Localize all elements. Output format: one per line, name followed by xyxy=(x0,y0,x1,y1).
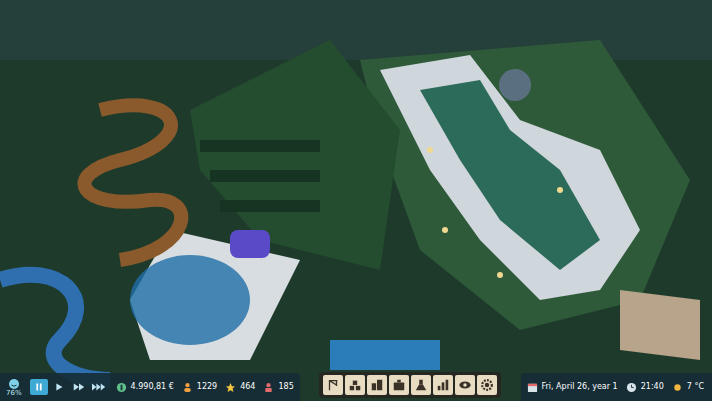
faster-icon xyxy=(92,382,106,392)
play-icon xyxy=(52,382,66,392)
view-icon xyxy=(458,378,472,392)
rating-stat[interactable]: 464 xyxy=(225,382,255,393)
pause-icon xyxy=(32,382,46,392)
guests-icon xyxy=(182,382,193,393)
stats-button[interactable] xyxy=(433,375,453,395)
build-button[interactable] xyxy=(323,375,343,395)
money-icon xyxy=(116,382,127,393)
research-icon xyxy=(414,378,428,392)
calendar-icon xyxy=(527,382,538,393)
park-scene[interactable] xyxy=(0,0,712,401)
shops-icon xyxy=(392,378,406,392)
money-stat[interactable]: 4.990,81 € xyxy=(116,382,174,393)
guests-stat[interactable]: 1229 xyxy=(182,382,217,393)
view-button[interactable] xyxy=(455,375,475,395)
paths-button[interactable] xyxy=(345,375,365,395)
staff-stat[interactable]: 185 xyxy=(263,382,293,393)
happiness-meter: 76% xyxy=(6,378,22,397)
research-button[interactable] xyxy=(411,375,431,395)
settings-button[interactable] xyxy=(477,375,497,395)
date-status: Fri, April 26, year 1 xyxy=(527,382,618,393)
shops-button[interactable] xyxy=(389,375,409,395)
play-button[interactable] xyxy=(50,379,68,395)
faster-button[interactable] xyxy=(90,379,108,395)
stats-icon xyxy=(436,378,450,392)
paths-icon xyxy=(348,378,362,392)
fast-button[interactable] xyxy=(70,379,88,395)
scenery-icon xyxy=(370,378,384,392)
smiley-icon xyxy=(8,378,20,390)
rating-icon xyxy=(225,382,236,393)
status-panel: Fri, April 26, year 1 21:40 7 °C xyxy=(521,373,712,401)
temperature-status: 7 °C xyxy=(672,382,704,393)
game-screen: 76% 4.990,81 € 1229 464 185 Fri, April 26, ye… xyxy=(0,0,712,401)
time-status: 21:40 xyxy=(626,382,664,393)
pause-button[interactable] xyxy=(30,379,48,395)
clock-icon xyxy=(626,382,637,393)
fast-icon xyxy=(72,382,86,392)
build-icon xyxy=(326,378,340,392)
scenery-button[interactable] xyxy=(367,375,387,395)
staff-icon xyxy=(263,382,274,393)
park-panel: 76% 4.990,81 € 1229 464 185 xyxy=(0,373,300,401)
sun-icon xyxy=(672,382,683,393)
hud-bar: 76% 4.990,81 € 1229 464 185 Fri, April 26, ye… xyxy=(0,369,712,401)
settings-icon xyxy=(480,378,494,392)
main-toolbar xyxy=(319,372,501,398)
